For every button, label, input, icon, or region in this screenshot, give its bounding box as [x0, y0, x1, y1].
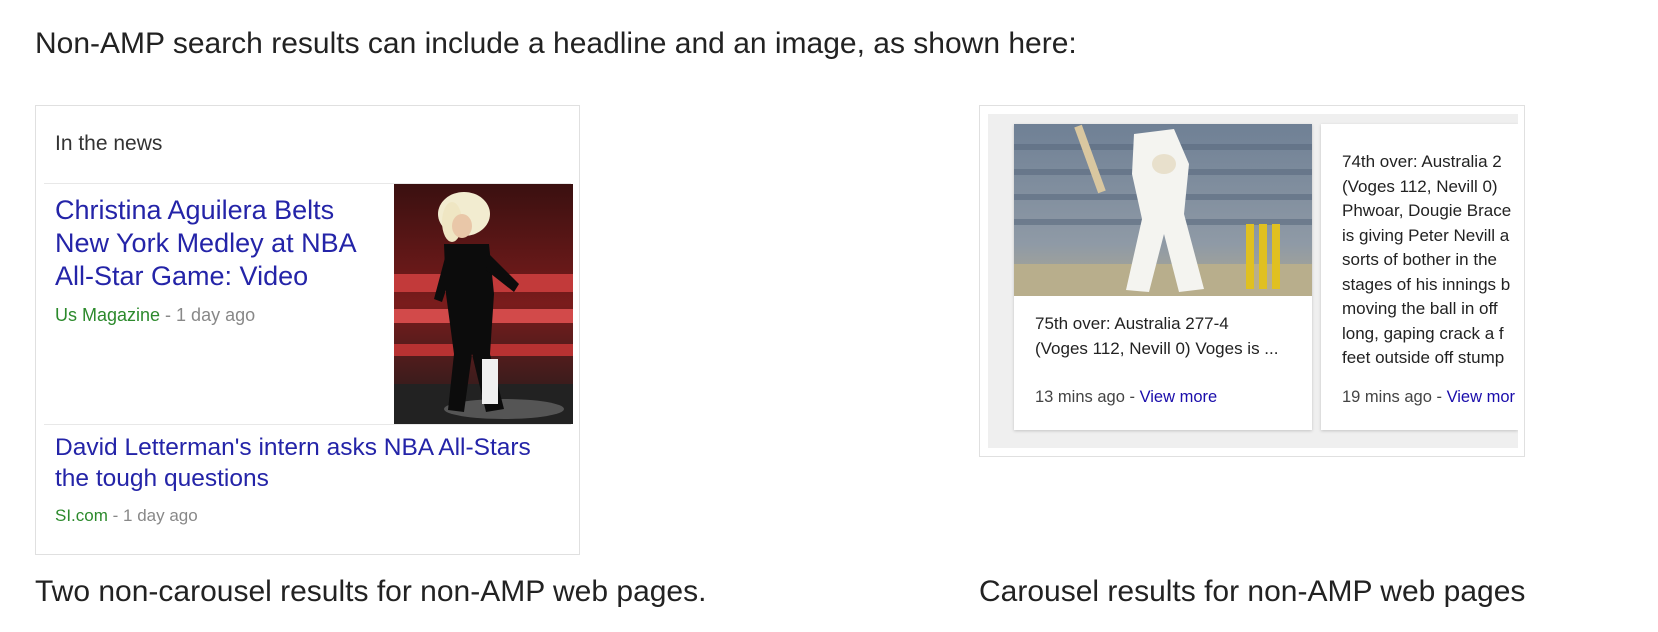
carousel-card-text: 74th over: Australia 2 (Voges 112, Nevil… [1342, 152, 1512, 367]
cricket-photo [1014, 124, 1312, 296]
carousel-card-text: 75th over: Australia 277-4 (Voges 112, N… [1035, 314, 1279, 358]
news-source: SI.com [55, 506, 108, 525]
meta-separator: - [107, 506, 124, 525]
meta-separator: - [160, 305, 177, 325]
view-more-link[interactable]: View mor [1447, 388, 1515, 406]
news-age: 1 day ago [176, 305, 256, 325]
news-result-headline-link[interactable]: David Letterman's intern asks NBA All-St… [55, 432, 565, 494]
news-result-meta: SI.com - 1 day ago [55, 506, 198, 526]
divider [44, 424, 571, 425]
news-section-heading: In the news [55, 132, 163, 155]
meta-separator: - [1124, 388, 1140, 406]
left-caption: Two non-carousel results for non-AMP web… [35, 575, 707, 608]
news-age: 1 day ago [123, 506, 198, 525]
meta-separator: - [1431, 388, 1447, 406]
performer-photo [394, 184, 573, 424]
carousel-card-meta: 13 mins ago - View more [1035, 388, 1217, 407]
carousel-card-2[interactable]: 74th over: Australia 2 (Voges 112, Nevil… [1321, 124, 1518, 430]
intro-text: Non-AMP search results can include a hea… [35, 27, 1077, 60]
carousel-age: 19 mins ago [1342, 388, 1432, 406]
carousel-card-meta: 19 mins ago - View mor [1342, 388, 1515, 407]
news-result-thumbnail[interactable] [394, 184, 573, 424]
right-caption: Carousel results for non-AMP web pages [979, 575, 1526, 608]
news-source: Us Magazine [55, 305, 161, 325]
view-more-link[interactable]: View more [1140, 388, 1218, 406]
news-result-meta: Us Magazine - 1 day ago [55, 305, 255, 326]
carousel-card-1[interactable]: 75th over: Australia 277-4 (Voges 112, N… [1014, 124, 1312, 430]
carousel-track[interactable]: 75th over: Australia 277-4 (Voges 112, N… [988, 114, 1518, 448]
carousel-age: 13 mins ago [1035, 388, 1125, 406]
carousel-panel: 75th over: Australia 277-4 (Voges 112, N… [979, 105, 1525, 457]
news-result-headline-link[interactable]: Christina Aguilera Belts New York Medley… [55, 194, 385, 293]
news-results-panel: In the news Christina Aguilera Belts New… [35, 105, 580, 555]
